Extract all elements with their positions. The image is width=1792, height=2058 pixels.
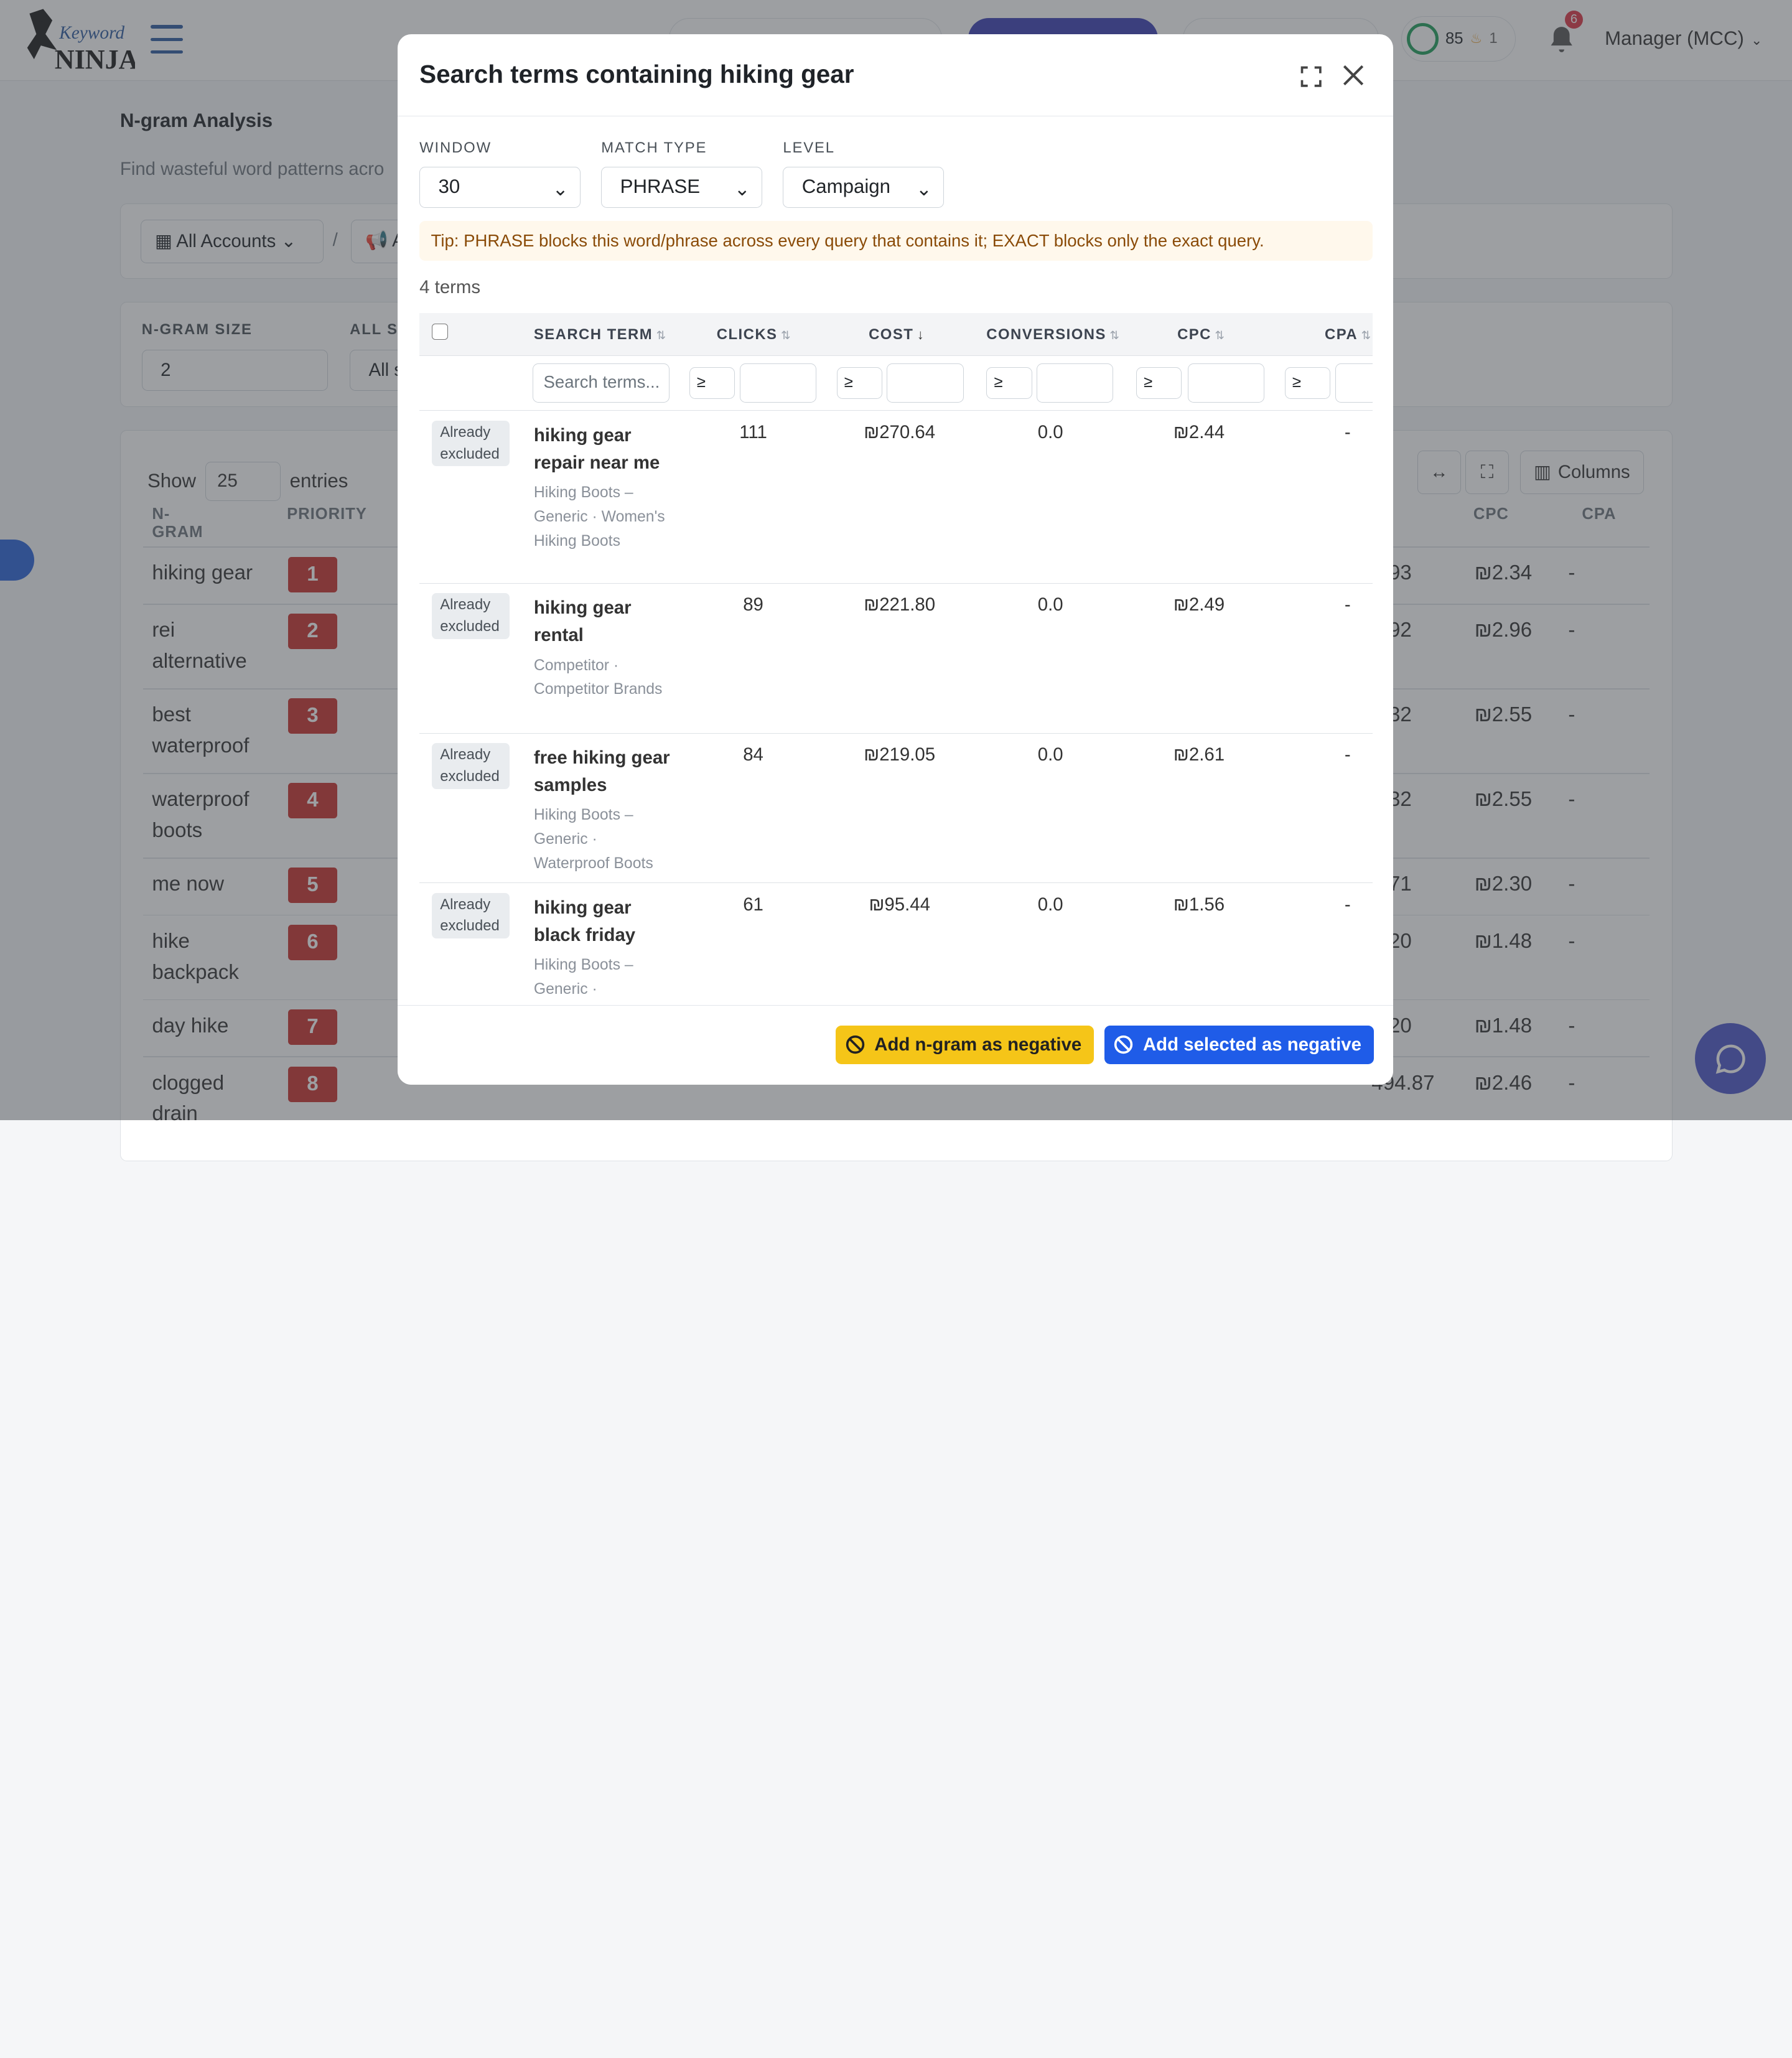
modal-header: Search terms containing hiking gear [398,34,1394,116]
window-select[interactable]: 30 ⌄ [419,167,581,208]
clicks-cell: 84 [743,744,763,765]
sort-icon: ⇅ [1109,328,1121,342]
table-row[interactable]: Already excluded hiking gear rental Compet… [419,583,1373,734]
match-type-tip: Tip: PHRASE blocks this word/phrase acro… [419,220,1373,261]
add-ngram-negative-label: Add n-gram as negative [874,1034,1082,1055]
col-cpc[interactable]: CPC ⇅ [1177,326,1225,344]
col-conversions[interactable]: CONVERSIONS ⇅ [986,326,1120,344]
chevron-down-icon: ⌄ [915,177,932,200]
cost-cell: ₪221.80 [864,594,936,615]
add-selected-negative-button[interactable]: Add selected as negative [1104,1025,1374,1065]
cost-filter-input[interactable] [887,363,964,403]
campaign-path: Competitor · Competitor Brands [533,657,663,698]
select-all-checkbox[interactable] [432,323,449,340]
col-clicks[interactable]: CLICKS ⇅ [717,326,791,344]
match-type-select[interactable]: PHRASE ⌄ [601,167,763,208]
conversions-operator-select[interactable]: ≥ [986,367,1032,400]
cost-cell: ₪95.44 [869,894,930,915]
level-value: Campaign [801,175,891,198]
cpc-operator-select[interactable]: ≥ [1136,367,1182,400]
conversions-cell: 0.0 [1037,421,1063,442]
close-icon[interactable] [1340,62,1367,89]
cost-cell: ₪270.64 [864,421,936,442]
cpc-cell: ₪1.56 [1173,894,1225,915]
col-cpa[interactable]: CPA ⇅ [1325,326,1371,344]
cpa-cell: - [1344,421,1351,442]
already-excluded-badge: Already excluded [432,892,510,939]
sort-icon: ⇅ [656,328,667,342]
sort-icon: ⇅ [1361,328,1372,342]
cpc-cell: ₪2.61 [1173,744,1225,765]
ban-icon [846,1036,864,1054]
col-search-term[interactable]: SEARCH TERM ⇅ [534,326,667,344]
table-header: SEARCH TERM ⇅ CLICKS ⇅ COST ↓ CONVERSIONS ⇅ … [419,313,1373,357]
sort-desc-icon: ↓ [917,326,925,342]
window-label: WINDOW [419,139,492,157]
chevron-down-icon: ⌄ [552,177,569,200]
clicks-operator-select[interactable]: ≥ [689,367,735,400]
filter-row: Search terms... ≥ ≥ ≥ ≥ ≥ [419,355,1373,411]
level-select[interactable]: Campaign ⌄ [783,167,945,208]
clicks-cell: 111 [739,421,767,442]
conversions-filter-input[interactable] [1037,363,1114,403]
table-row[interactable]: Already excluded hiking gear repair near … [419,410,1373,584]
clicks-filter-input[interactable] [739,363,816,403]
col-cpc-label: CPC [1177,325,1211,343]
chevron-down-icon: ⌄ [734,177,750,200]
campaign-path: Hiking Boots – Generic · Women's Hiking … [533,484,665,550]
already-excluded-badge: Already excluded [432,421,510,467]
cpc-cell: ₪2.49 [1173,594,1225,615]
cost-cell: ₪219.05 [864,744,936,765]
match-type-value: PHRASE [620,175,701,198]
table-row[interactable]: Already excluded free hiking gear samples… [419,733,1373,884]
search-term: free hiking gear samples [533,747,670,795]
col-cpa-label: CPA [1325,325,1358,343]
cpa-filter-input[interactable] [1335,363,1373,403]
cpa-cell: - [1344,894,1351,915]
search-term: hiking gear repair near me [533,424,660,473]
modal-title: Search terms containing hiking gear [419,59,854,88]
search-term: hiking gear black friday [533,897,636,945]
table-row[interactable]: Already excluded hiking gear black friday… [419,882,1373,1006]
search-terms-modal: Search terms containing hiking gear WIND… [398,34,1394,1085]
campaign-path: Hiking Boots – Generic · Waterproof Boot… [533,957,653,1006]
conversions-cell: 0.0 [1037,744,1063,765]
sort-icon: ⇅ [1215,328,1226,342]
campaign-path: Hiking Boots – Generic · Waterproof Boot… [533,807,653,872]
cpc-filter-input[interactable] [1187,363,1264,403]
level-label: LEVEL [783,139,835,157]
add-ngram-negative-button[interactable]: Add n-gram as negative [835,1025,1094,1065]
search-terms-table: SEARCH TERM ⇅ CLICKS ⇅ COST ↓ CONVERSIONS ⇅ … [419,313,1373,1006]
already-excluded-badge: Already excluded [432,593,510,639]
sort-icon: ⇅ [780,328,791,342]
cpc-cell: ₪2.44 [1173,421,1225,442]
conversions-cell: 0.0 [1037,594,1063,615]
search-term: hiking gear rental [533,597,632,646]
ban-icon [1114,1036,1133,1054]
add-selected-negative-label: Add selected as negative [1142,1034,1361,1055]
clicks-cell: 61 [743,894,763,915]
cpa-cell: - [1344,594,1351,615]
col-clicks-label: CLICKS [716,325,778,343]
col-cost[interactable]: COST ↓ [869,326,925,344]
col-conversions-label: CONVERSIONS [986,325,1106,343]
cost-operator-select[interactable]: ≥ [836,367,883,400]
window-value: 30 [438,175,460,198]
clicks-cell: 89 [743,594,763,615]
match-type-label: MATCH TYPE [601,139,707,157]
cpa-operator-select[interactable]: ≥ [1284,367,1331,400]
conversions-cell: 0.0 [1037,894,1063,915]
terms-count: 4 terms [419,276,481,297]
col-search-term-label: SEARCH TERM [533,325,653,343]
already-excluded-badge: Already excluded [432,743,510,789]
expand-icon[interactable] [1299,64,1323,89]
col-cost-label: COST [869,325,914,343]
search-term-filter[interactable]: Search terms... [533,363,670,403]
cpa-cell: - [1344,744,1351,765]
